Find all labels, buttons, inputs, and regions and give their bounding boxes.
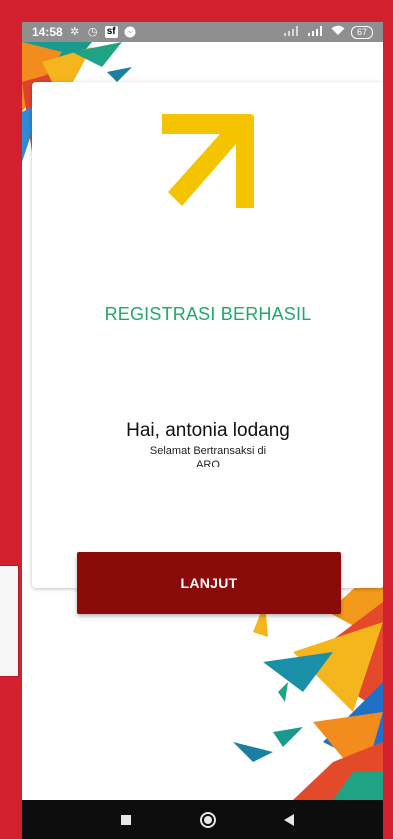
messenger-icon [124, 26, 136, 38]
status-bar-left: 14:58 ✲ ◷ sf [32, 25, 136, 39]
registration-success-title: REGISTRASI BERHASIL [104, 304, 312, 324]
navigation-bar [22, 800, 383, 839]
wifi-icon [331, 25, 345, 39]
battery-icon: 67 [350, 25, 373, 39]
status-bar-right: 67 [283, 25, 373, 39]
signal-icon [283, 25, 301, 39]
phone-screen: 14:58 ✲ ◷ sf 67 REGISTRASI BERHASIL Hai,… [22, 22, 383, 839]
signal-icon [307, 25, 325, 39]
back-icon[interactable] [280, 811, 298, 829]
alarm-icon: ◷ [87, 26, 98, 38]
greeting-text: Hai, antonia lodang [126, 420, 290, 441]
status-time: 14:58 [32, 25, 63, 39]
greeting-subtitle-line1: Selamat Bertransaksi di [149, 445, 267, 457]
frame-border-top [0, 0, 393, 22]
continue-button[interactable]: LANJUT [77, 552, 341, 614]
sync-icon: ✲ [70, 26, 80, 38]
sf-icon: sf [104, 26, 118, 38]
registration-card: REGISTRASI BERHASIL Hai, antonia lodang … [32, 82, 383, 588]
greeting-subtitle: Selamat Bertransaksi di ARO [32, 444, 383, 467]
recent-apps-icon[interactable] [117, 811, 135, 829]
frame-border-right [383, 0, 393, 839]
home-icon[interactable] [199, 811, 217, 829]
app-logo-icon [162, 114, 254, 208]
status-bar: 14:58 ✲ ◷ sf 67 [22, 22, 383, 42]
background-panel [0, 565, 19, 677]
frame-border-left [0, 0, 22, 839]
greeting-subtitle-line2: ARO [196, 459, 220, 467]
screenshot-frame: 14:58 ✲ ◷ sf 67 REGISTRASI BERHASIL Hai,… [0, 0, 393, 839]
